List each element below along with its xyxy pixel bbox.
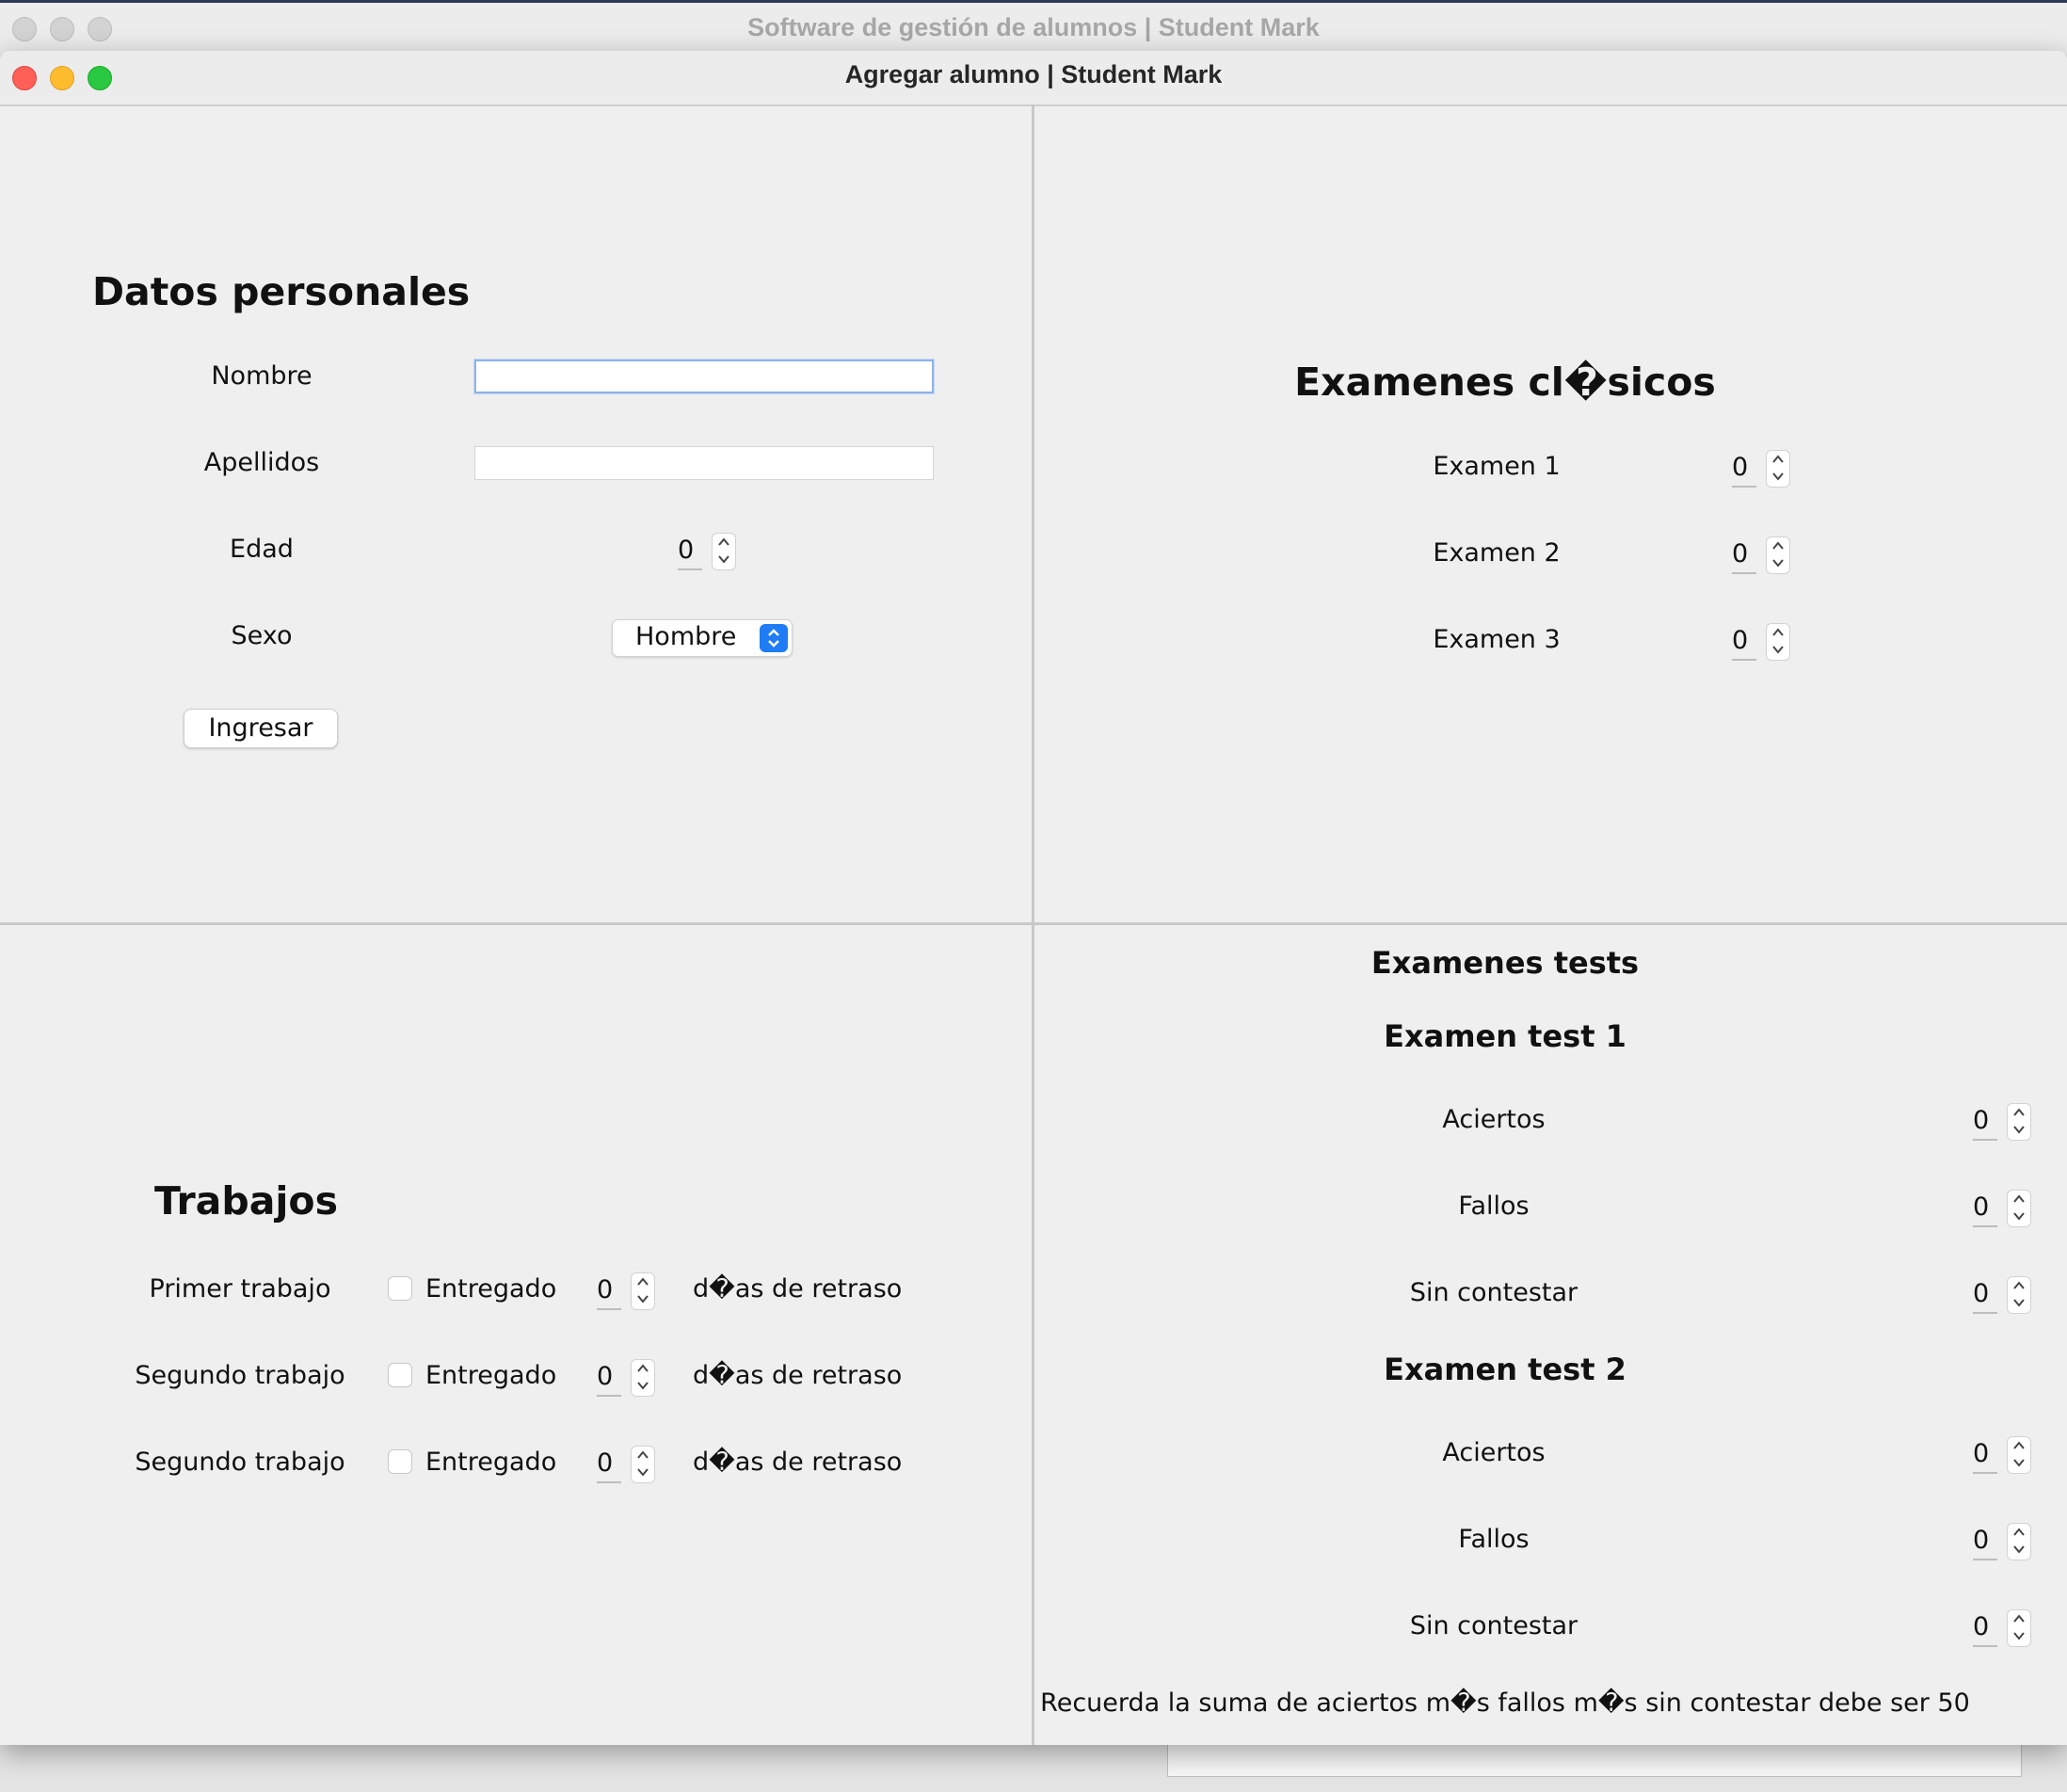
exam2-label: Examen 2 [1433,538,1561,568]
test2-fallos-label: Fallos [1458,1525,1530,1554]
work2-days-value[interactable]: 0 [597,1359,621,1397]
edad-value[interactable]: 0 [678,533,702,570]
exam1-spinner[interactable]: 0 [1732,450,1790,488]
edad-spinner[interactable]: 0 [678,533,736,570]
work1-days-value[interactable]: 0 [597,1272,621,1310]
panel-divider-horizontal [0,922,2067,925]
test2-sin-contestar-label: Sin contestar [1409,1611,1578,1640]
spinner-arrows-icon[interactable] [2007,1103,2031,1141]
edad-label: Edad [230,535,294,564]
test2-heading: Examen test 2 [1384,1352,1626,1387]
test2-fallos-value[interactable]: 0 [1973,1523,1997,1560]
test1-fallos-spinner[interactable]: 0 [1973,1190,2031,1227]
spinner-arrows-icon[interactable] [631,1359,655,1397]
work1-delivered-checkbox[interactable] [388,1276,412,1301]
work2-delivered-checkbox[interactable] [388,1363,412,1387]
exam1-value[interactable]: 0 [1732,450,1756,488]
spinner-arrows-icon[interactable] [1766,450,1790,488]
ingresar-button[interactable]: Ingresar [184,709,338,748]
delay-days-label: d�as de retraso [693,1274,903,1304]
delivered-label: Entregado [425,1448,557,1477]
sexo-selected-value: Hombre [635,622,737,651]
spinner-arrows-icon[interactable] [2007,1436,2031,1474]
test1-sin-contestar-label: Sin contestar [1409,1278,1578,1307]
test2-aciertos-spinner[interactable]: 0 [1973,1436,2031,1474]
work3-days-value[interactable]: 0 [597,1446,621,1483]
spinner-arrows-icon[interactable] [2007,1190,2031,1227]
classic-exams-heading: Examenes cl�sicos [1294,360,1716,405]
spinner-arrows-icon[interactable] [1766,536,1790,574]
test2-aciertos-value[interactable]: 0 [1973,1436,1997,1474]
apellidos-label: Apellidos [203,448,320,477]
work3-label: Segundo trabajo [135,1448,345,1477]
sexo-select[interactable]: Hombre [612,619,793,657]
delay-days-label: d�as de retraso [693,1361,903,1390]
work3-delivered-checkbox[interactable] [388,1449,412,1474]
exam2-spinner[interactable]: 0 [1732,536,1790,574]
delivered-label: Entregado [425,1361,557,1390]
personal-data-heading: Datos personales [92,269,471,314]
exam3-label: Examen 3 [1433,625,1561,654]
exam3-value[interactable]: 0 [1732,623,1756,661]
test1-fallos-value[interactable]: 0 [1973,1190,1997,1227]
test1-aciertos-value[interactable]: 0 [1973,1103,1997,1141]
tests-reminder-text: Recuerda la suma de aciertos m�s fallos … [1040,1688,1970,1718]
test1-aciertos-spinner[interactable]: 0 [1973,1103,2031,1141]
chevron-updown-icon[interactable] [760,624,788,652]
work2-days-spinner[interactable]: 0 [597,1359,655,1397]
delivered-label: Entregado [425,1274,557,1304]
add-student-dialog: Agregar alumno | Student Mark Datos pers… [0,51,2067,1745]
test2-sin-contestar-value[interactable]: 0 [1973,1609,1997,1647]
test1-sin-contestar-spinner[interactable]: 0 [1973,1276,2031,1314]
spinner-arrows-icon[interactable] [2007,1523,2031,1560]
spinner-arrows-icon[interactable] [631,1272,655,1310]
spinner-arrows-icon[interactable] [712,533,736,570]
nombre-label: Nombre [211,361,312,391]
work3-days-spinner[interactable]: 0 [597,1446,655,1483]
work1-days-spinner[interactable]: 0 [597,1272,655,1310]
works-heading: Trabajos [154,1178,338,1224]
apellidos-input[interactable] [474,446,934,480]
delay-days-label: d�as de retraso [693,1448,903,1477]
dialog-title: Agregar alumno | Student Mark [844,60,1223,88]
spinner-arrows-icon[interactable] [2007,1609,2031,1647]
spinner-arrows-icon[interactable] [1766,623,1790,661]
exam3-spinner[interactable]: 0 [1732,623,1790,661]
background-window-title: Software de gestión de alumnos | Student… [747,13,1320,41]
test1-fallos-label: Fallos [1458,1192,1530,1221]
exam2-value[interactable]: 0 [1732,536,1756,574]
sexo-label: Sexo [231,621,293,650]
nombre-input[interactable] [474,360,934,393]
spinner-arrows-icon[interactable] [2007,1276,2031,1314]
test2-sin-contestar-spinner[interactable]: 0 [1973,1609,2031,1647]
test1-aciertos-label: Aciertos [1442,1105,1546,1134]
exam1-label: Examen 1 [1433,452,1561,481]
test1-sin-contestar-value[interactable]: 0 [1973,1276,1997,1314]
test2-fallos-spinner[interactable]: 0 [1973,1523,2031,1560]
test2-aciertos-label: Aciertos [1442,1438,1546,1467]
tests-heading: Examenes tests [1370,945,1640,981]
work1-label: Primer trabajo [149,1274,331,1304]
work2-label: Segundo trabajo [135,1361,345,1390]
test1-heading: Examen test 1 [1384,1018,1626,1054]
spinner-arrows-icon[interactable] [631,1446,655,1483]
